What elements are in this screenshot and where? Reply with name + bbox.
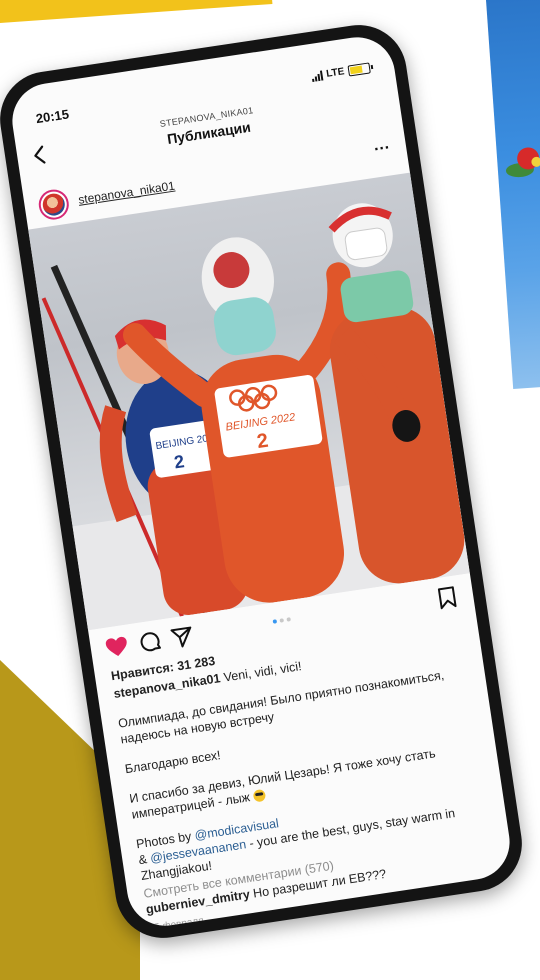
- sunglasses-emoji-icon: [252, 788, 267, 803]
- carousel-dots: [272, 617, 291, 624]
- comment-icon[interactable]: [137, 628, 164, 655]
- side-photo: [486, 0, 540, 390]
- status-time: 20:15: [34, 106, 70, 127]
- credits-amp: &: [137, 852, 148, 868]
- signal-icon: [311, 70, 324, 82]
- heart-icon[interactable]: [103, 633, 130, 660]
- avatar[interactable]: [36, 187, 71, 222]
- post-photo[interactable]: BEIJING 20 2 BEIJING 2022 2: [28, 172, 470, 631]
- network-label: LTE: [325, 66, 346, 80]
- bookmark-icon[interactable]: [434, 584, 461, 611]
- yellow-accent-band: [0, 0, 273, 25]
- post-username[interactable]: stepanova_nika01: [77, 179, 175, 207]
- post-caption: Нравится: 31 283 stepanova_nika01 Veni, …: [110, 616, 502, 931]
- more-options-icon[interactable]: ···: [373, 139, 391, 159]
- status-icons: LTE: [311, 62, 371, 82]
- share-icon[interactable]: [169, 624, 196, 651]
- battery-icon: [347, 62, 371, 77]
